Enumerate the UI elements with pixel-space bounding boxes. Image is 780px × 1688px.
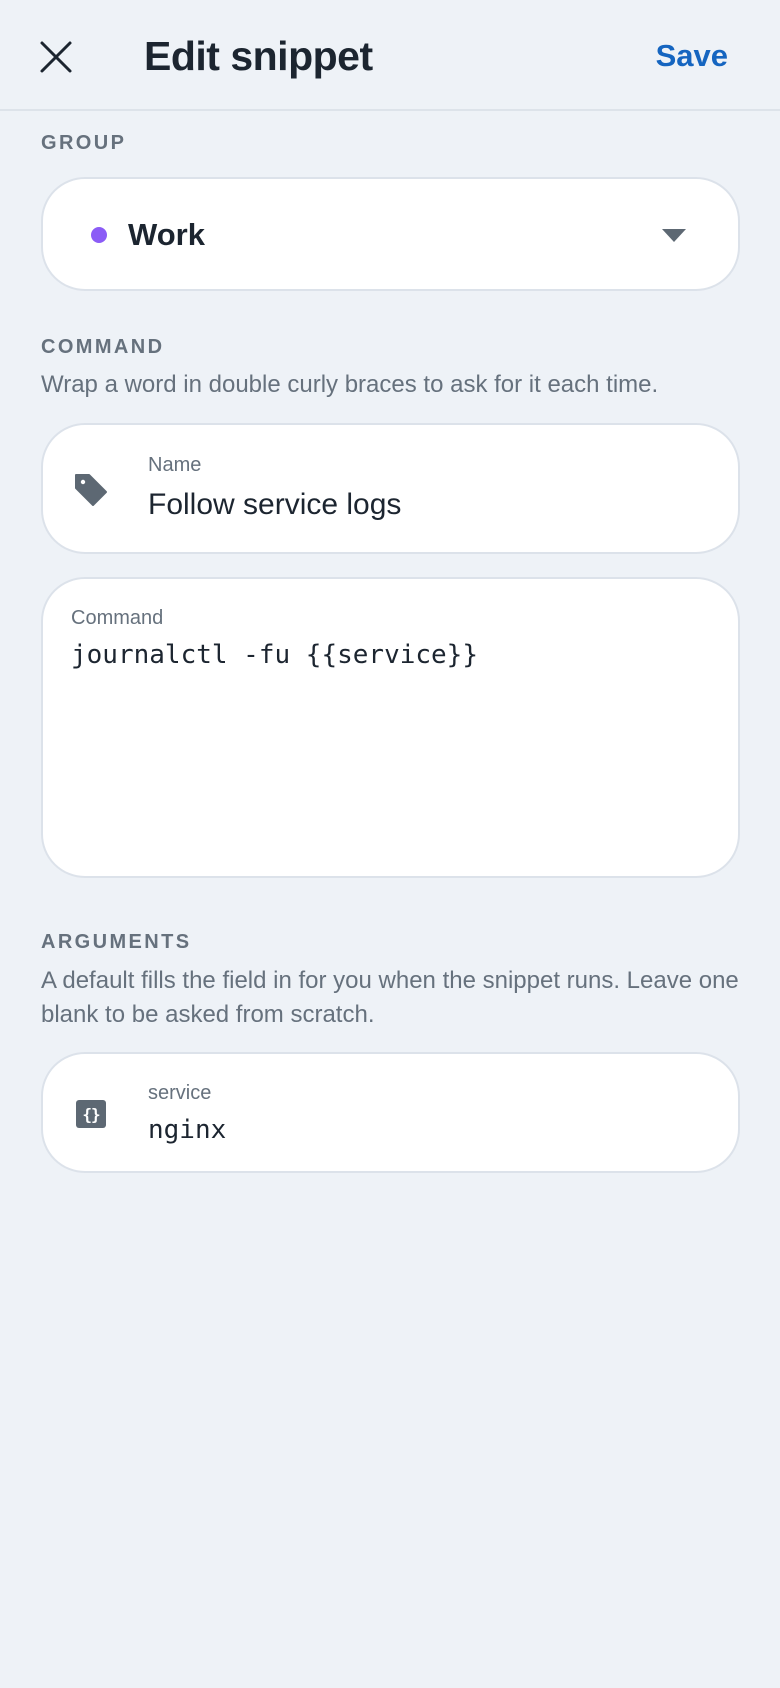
name-field-card[interactable]: Name [41,423,740,554]
command-section-label: COMMAND [41,336,165,358]
edit-snippet-screen: Edit snippet Save GROUP Work COMMAND Wra… [0,0,780,1688]
group-selector[interactable]: Work [41,177,740,291]
tag-icon [73,472,109,508]
argument-default-input[interactable] [148,1110,708,1150]
caret-down-icon [662,229,686,242]
save-button[interactable]: Save [656,34,728,78]
page-title: Edit snippet [144,33,373,79]
group-selected-value: Work [128,217,205,252]
argument-field-card[interactable]: {} service [41,1052,740,1173]
group-section-label: GROUP [41,132,127,154]
command-textarea[interactable]: journalctl -fu {{service}} [71,635,711,855]
name-field-label: Name [148,454,202,476]
group-color-dot [91,227,107,243]
command-hint: Wrap a word in double curly braces to as… [41,371,659,398]
argument-name-label: service [148,1082,212,1104]
top-bar: Edit snippet Save [0,0,780,111]
command-field-card[interactable]: Command journalctl -fu {{service}} [41,577,740,878]
name-input[interactable] [148,485,708,525]
command-field-label: Command [71,607,164,629]
close-button[interactable] [30,27,82,87]
braces-icon: {} [73,1096,109,1132]
arguments-section-label: ARGUMENTS [41,931,192,953]
arguments-hint: A default fills the field in for you whe… [41,967,739,1028]
close-icon [40,41,72,73]
